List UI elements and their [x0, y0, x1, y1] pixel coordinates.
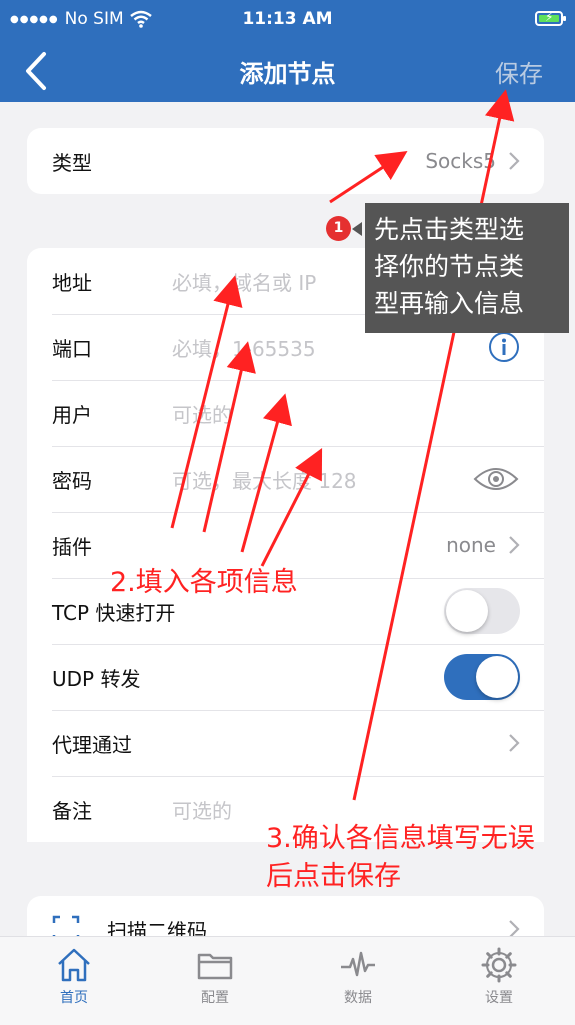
- step1-line: 先点击类型选: [374, 215, 525, 244]
- step3-line: 3.确认各信息填写无误: [266, 823, 535, 854]
- step1-badge: 1: [326, 216, 351, 241]
- chevron-right-icon: [509, 536, 520, 554]
- home-icon: [58, 948, 90, 982]
- status-time: 11:13 AM: [242, 9, 333, 29]
- plugin-value: none: [446, 533, 496, 557]
- page-title: 添加节点: [239, 60, 336, 88]
- tcp-fast-open-label: TCP 快速打开: [52, 600, 176, 625]
- proxy-via-row[interactable]: 代理通过: [27, 710, 544, 776]
- remark-input[interactable]: 可选的: [172, 795, 232, 824]
- tab-label: 首页: [60, 990, 88, 1006]
- user-row: 用户 可选的: [27, 380, 544, 446]
- info-icon[interactable]: [488, 331, 520, 363]
- tab-label: 设置: [485, 990, 513, 1006]
- eye-icon[interactable]: [472, 464, 520, 494]
- step3-line: 后点击保存: [266, 861, 401, 892]
- save-button[interactable]: 保存: [495, 54, 543, 89]
- tab-settings[interactable]: 设置: [459, 945, 539, 1007]
- tcp-fast-open-toggle[interactable]: [444, 588, 520, 634]
- pulse-icon: [341, 951, 375, 977]
- user-input[interactable]: 可选的: [172, 399, 232, 428]
- step1-line: 择你的节点类: [374, 252, 525, 281]
- port-label: 端口: [52, 336, 92, 361]
- remark-label: 备注: [52, 798, 92, 823]
- port-input[interactable]: 必填，1-65535: [172, 333, 316, 362]
- address-label: 地址: [52, 270, 92, 295]
- step1-tooltip: 先点击类型选 择你的节点类 型再输入信息: [365, 203, 569, 333]
- tab-data[interactable]: 数据: [318, 945, 398, 1007]
- type-group: 类型 Socks5: [27, 128, 544, 194]
- tab-config[interactable]: 配置: [175, 945, 255, 1007]
- password-row: 密码 可选，最大长度 128: [27, 446, 544, 512]
- chevron-right-icon: [509, 152, 520, 170]
- tab-home[interactable]: 首页: [34, 945, 114, 1007]
- tab-label: 配置: [201, 990, 229, 1006]
- password-label: 密码: [52, 468, 92, 493]
- step3-annotation: 3.确认各信息填写无误 后点击保存: [266, 820, 535, 896]
- node-form-group: 地址 必填，域名或 IP 端口 必填，1-65535 用户 可选的 密码 可选，…: [27, 248, 544, 842]
- gear-icon: [481, 947, 517, 983]
- proxy-via-label: 代理通过: [52, 732, 132, 757]
- status-bar: ●●●●● No SIM 11:13 AM ⚡: [0, 0, 575, 40]
- chevron-right-icon: [509, 734, 520, 752]
- type-row[interactable]: 类型 Socks5: [27, 128, 544, 194]
- type-label: 类型: [52, 150, 92, 175]
- udp-relay-toggle[interactable]: [444, 654, 520, 700]
- tab-bar: 首页 配置 数据 设置: [0, 936, 575, 1025]
- user-label: 用户: [52, 402, 92, 427]
- nav-bar: 添加节点 保存: [0, 40, 575, 102]
- password-input[interactable]: 可选，最大长度 128: [172, 465, 357, 494]
- udp-relay-label: UDP 转发: [52, 666, 141, 691]
- tooltip-pointer: [352, 222, 362, 236]
- battery-icon: ⚡: [535, 10, 566, 26]
- type-value: Socks5: [425, 149, 496, 173]
- step1-line: 型再输入信息: [374, 289, 525, 318]
- udp-relay-row: UDP 转发: [27, 644, 544, 710]
- tab-label: 数据: [344, 990, 372, 1006]
- address-input[interactable]: 必填，域名或 IP: [172, 267, 316, 296]
- folder-icon: [197, 953, 233, 980]
- plugin-label: 插件: [52, 534, 92, 559]
- step2-annotation: 2.填入各项信息: [110, 567, 298, 598]
